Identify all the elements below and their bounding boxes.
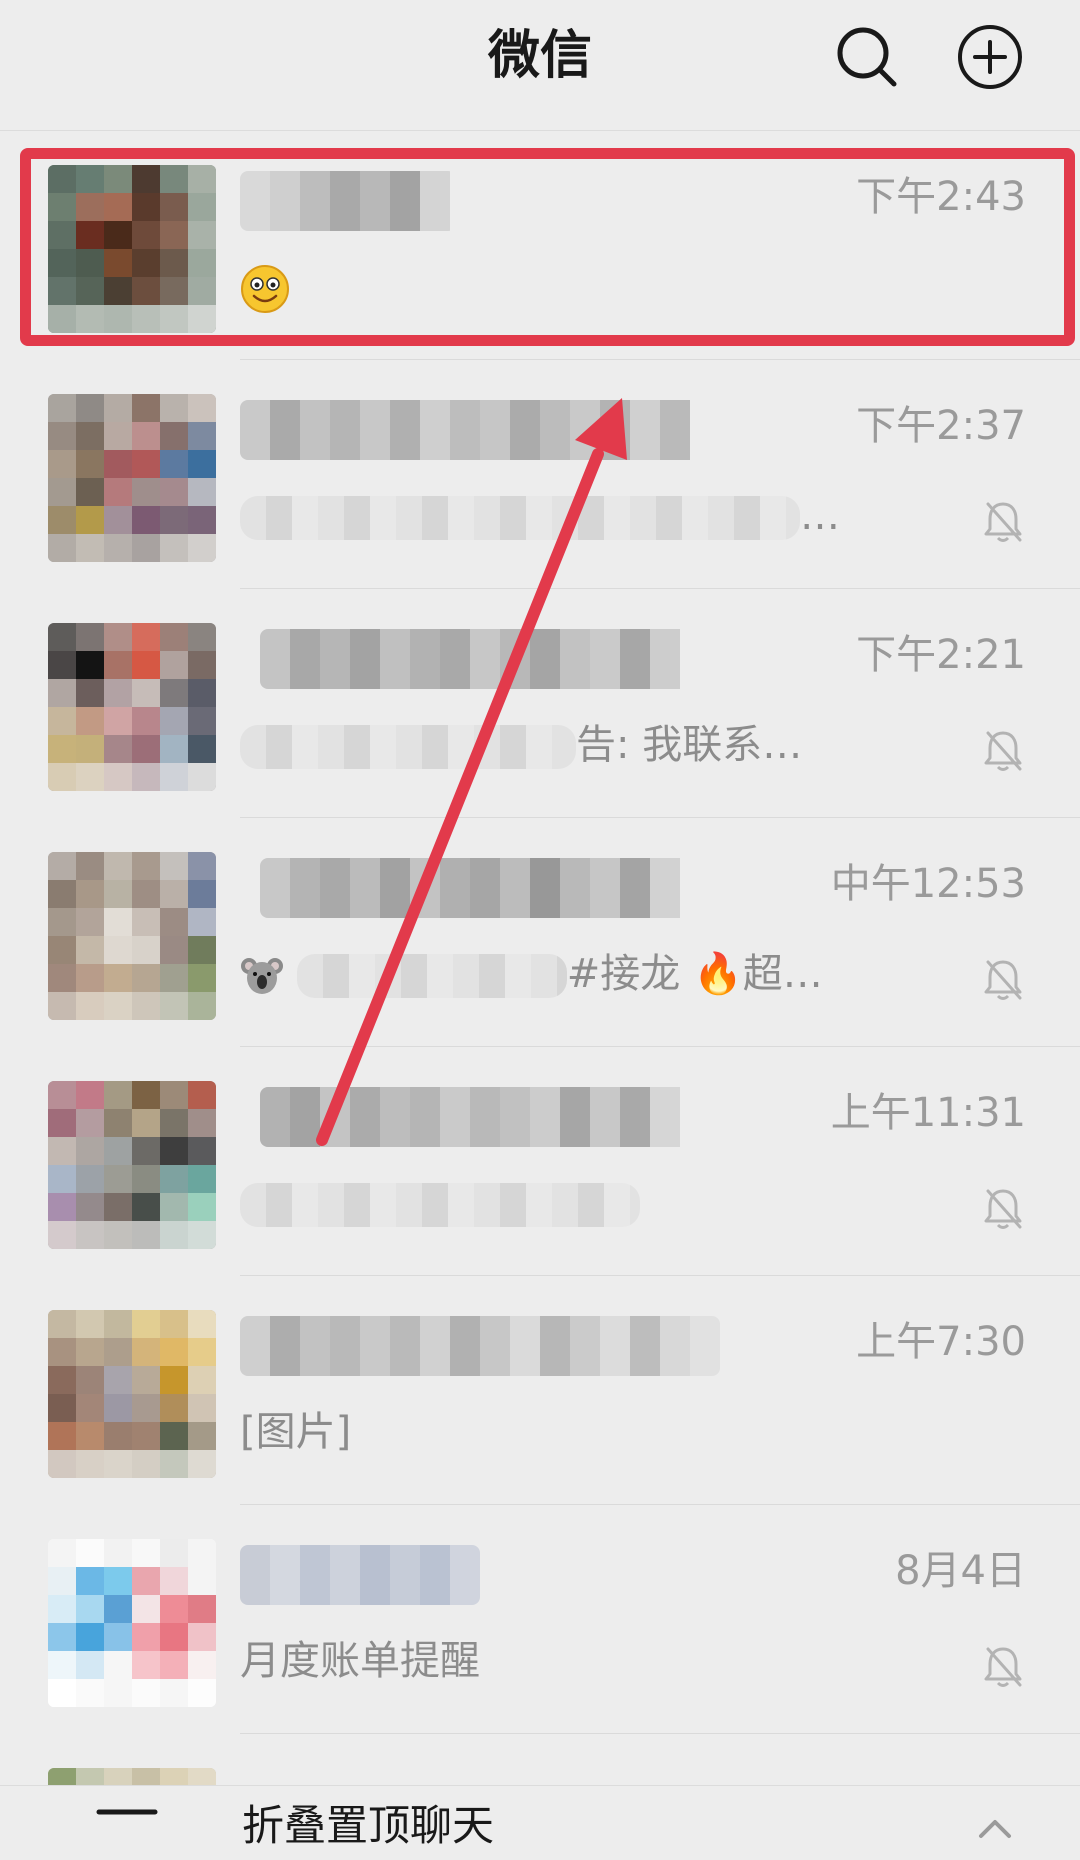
- chat-preview: #接龙 🔥超…: [240, 946, 840, 1002]
- avatar: [48, 1310, 216, 1478]
- chat-preview: 月度账单提醒: [240, 1638, 480, 1684]
- list-icon: [96, 1809, 158, 1815]
- avatar: [48, 394, 216, 562]
- redacted-preview: [240, 725, 576, 769]
- mute-bell-icon: [984, 1647, 1022, 1687]
- add-icon[interactable]: [955, 22, 1025, 92]
- redacted-preview: [240, 496, 800, 540]
- chat-name-redacted: [240, 400, 700, 460]
- chat-item[interactable]: 上午11:31: [0, 1047, 1080, 1276]
- chevron-up-icon[interactable]: [975, 1812, 1015, 1842]
- top-bar: 微信: [0, 0, 1080, 131]
- chat-preview: [240, 259, 840, 315]
- chat-preview: [图片]: [240, 1409, 352, 1455]
- page-title: 微信: [487, 26, 592, 86]
- avatar: [48, 1768, 216, 1785]
- chat-preview: …: [240, 488, 840, 544]
- chat-name-redacted: [260, 629, 690, 689]
- chat-preview: [240, 1175, 840, 1231]
- redacted-preview: [240, 1183, 640, 1227]
- chat-item[interactable]: [图片] 上午7:30: [0, 1276, 1080, 1505]
- fold-label: 折叠置顶聊天: [242, 1801, 495, 1850]
- mute-bell-icon: [984, 1189, 1022, 1229]
- chat-item[interactable]: 月度账单提醒 8月4日: [0, 1505, 1080, 1734]
- mute-bell-icon: [984, 731, 1022, 771]
- chat-item[interactable]: … 下午2:37: [0, 360, 1080, 589]
- avatar: [48, 165, 216, 333]
- redacted-preview: [296, 954, 567, 998]
- search-icon[interactable]: [832, 22, 902, 92]
- avatar: [48, 623, 216, 791]
- chat-item[interactable]: #接龙 🔥超… 中午12:53: [0, 818, 1080, 1047]
- avatar: [48, 852, 216, 1020]
- avatar: [48, 1539, 216, 1707]
- chat-item[interactable]: [0, 1734, 1080, 1785]
- chat-item[interactable]: 下午2:43: [0, 131, 1080, 360]
- chat-name-redacted: [260, 1087, 690, 1147]
- mute-bell-icon: [984, 502, 1022, 542]
- chat-time: 下午2:21: [856, 632, 1026, 678]
- chat-time: 下午2:37: [856, 403, 1026, 449]
- smile-emoji-icon: [241, 265, 289, 313]
- chat-time: 上午7:30: [856, 1319, 1026, 1365]
- koala-emoji-icon: [241, 958, 283, 994]
- chat-time: 下午2:43: [856, 174, 1026, 220]
- fold-pinned-chats-bar[interactable]: 折叠置顶聊天: [0, 1785, 1080, 1860]
- chat-time: 中午12:53: [830, 861, 1026, 907]
- chat-name-redacted: [240, 171, 456, 231]
- mute-bell-icon: [984, 960, 1022, 1000]
- chat-name-redacted: [240, 1316, 720, 1376]
- chat-time: 8月4日: [895, 1548, 1026, 1594]
- avatar: [48, 1081, 216, 1249]
- chat-name-redacted: [240, 1545, 480, 1605]
- chat-preview: 告: 我联系…: [240, 717, 840, 773]
- chat-name-redacted: [260, 858, 690, 918]
- chat-item[interactable]: 告: 我联系… 下午2:21: [0, 589, 1080, 818]
- chat-time: 上午11:31: [830, 1090, 1026, 1136]
